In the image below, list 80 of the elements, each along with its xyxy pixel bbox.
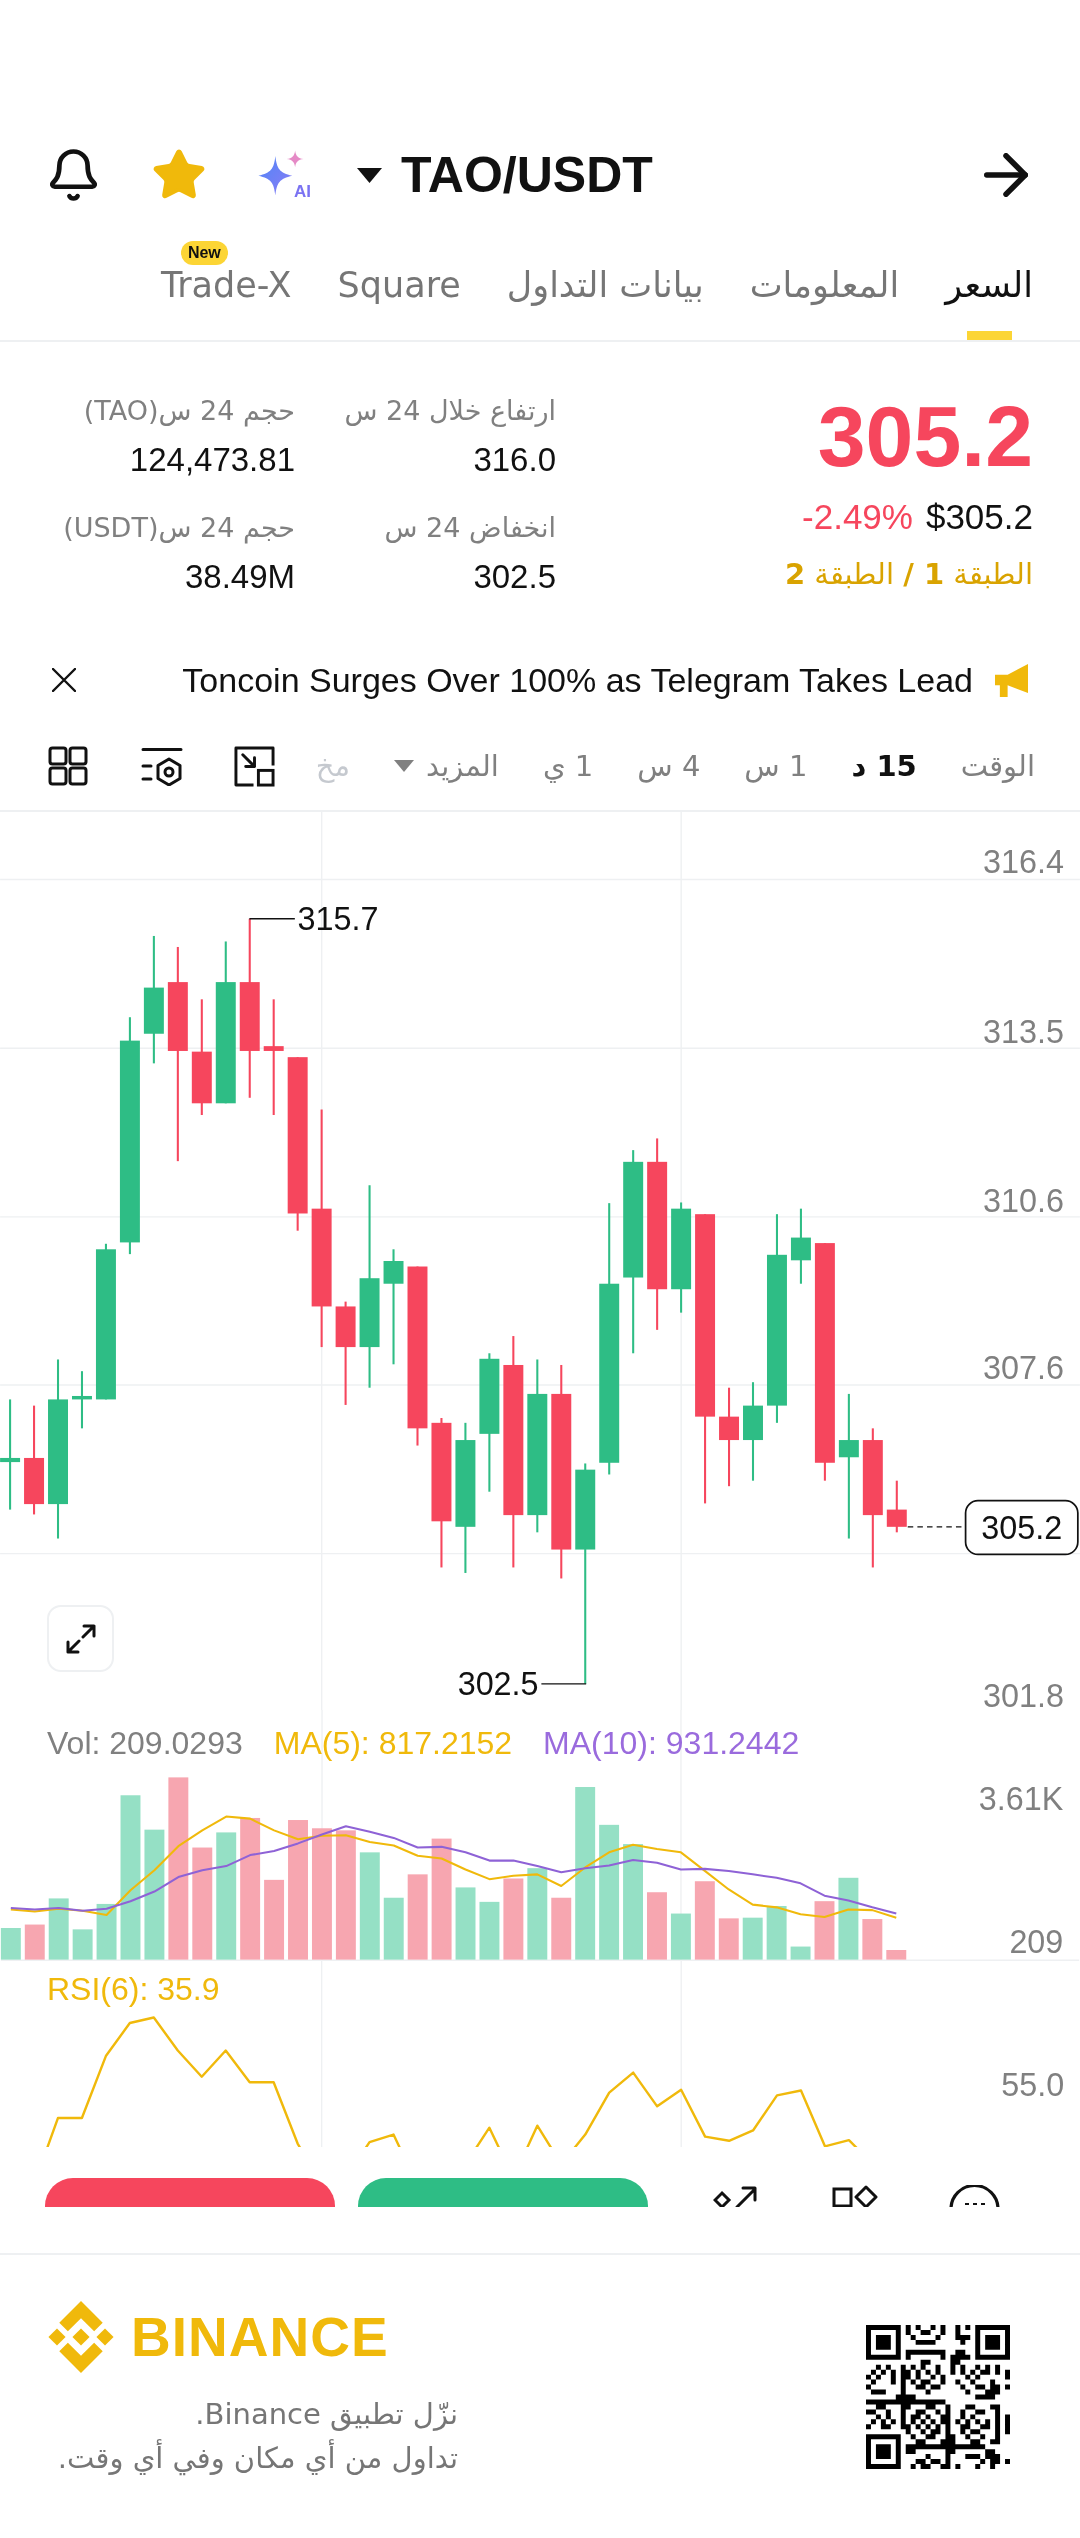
price-axis-label: 313.5 <box>983 1014 1065 1051</box>
brand-wordmark: BINANCE <box>131 2307 389 2367</box>
arc-icon[interactable] <box>949 2185 1000 2207</box>
stat-value: 302.5 <box>473 557 556 597</box>
volume-bar <box>479 1901 500 1960</box>
bell-icon[interactable] <box>50 149 97 201</box>
current-price-tag: 305.2 <box>964 1499 1079 1556</box>
price-axis-label: 316.4 <box>983 844 1065 881</box>
price-axis-label: 301.8 <box>983 1678 1065 1710</box>
volume-bar <box>96 1903 117 1960</box>
volume-bar <box>383 1897 404 1960</box>
volume-bar <box>886 1950 907 1960</box>
pair-selector[interactable]: TAO/USDT <box>357 145 653 205</box>
star-icon[interactable] <box>153 149 205 201</box>
stat-label: حجم 24 س(USDT) <box>63 511 295 546</box>
partial-button[interactable] <box>45 2178 335 2207</box>
diamond-arrow-icon[interactable] <box>713 2185 758 2207</box>
stat-value: 38.49M <box>184 557 295 597</box>
volume-bar <box>766 1906 787 1960</box>
megaphone-icon <box>995 663 1028 697</box>
square-diamond-icon[interactable] <box>832 2185 878 2207</box>
volume-bar <box>551 1897 572 1960</box>
last-price: 305.2 <box>817 391 1033 481</box>
interval-tab[interactable]: 15 د <box>851 746 917 786</box>
tab[interactable]: المعلومات <box>749 265 900 305</box>
close-icon[interactable] <box>52 668 76 692</box>
leader-line <box>248 918 296 920</box>
new-badge: New <box>180 241 228 265</box>
rsi-legend: RSI(6): 35.9 <box>47 1970 220 2008</box>
ma5-legend: MA(5): 817.2152 <box>273 1724 513 1762</box>
expand-button[interactable] <box>47 1605 114 1672</box>
tab[interactable]: السعر <box>945 265 1033 305</box>
volume-bar <box>24 1924 45 1960</box>
volume-axis-label: 209 <box>1009 1923 1064 1960</box>
interval-tab[interactable]: 1 س <box>744 746 808 786</box>
caret-icon <box>357 167 382 183</box>
footer-text: تداول من أي مكان وفي أي وقت. <box>56 2438 458 2478</box>
expand-icon <box>65 1623 96 1654</box>
time-label: الوقت <box>960 748 1035 785</box>
footer-text: نزّل تطبيق Binance. <box>194 2396 458 2433</box>
grid-icon[interactable] <box>48 746 88 786</box>
price-axis-label: 310.6 <box>983 1183 1065 1220</box>
low-price-label: 302.5 <box>457 1665 539 1702</box>
volume-bar <box>0 1928 21 1960</box>
volume-bar <box>718 1918 739 1960</box>
stat-label: حجم 24 س(TAO) <box>83 394 295 429</box>
news-headline[interactable]: Toncoin Surges Over 100% as Telegram Takes Lead <box>182 660 973 700</box>
interval-tab[interactable]: 1 ي <box>542 746 594 786</box>
more-dropdown[interactable]: المزيد <box>393 746 499 786</box>
tab[interactable]: Square <box>337 265 461 305</box>
stat-label: انخفاض 24 س <box>384 511 556 546</box>
ai-button[interactable]: AI <box>257 149 311 201</box>
usd-price: $305.2 <box>925 497 1033 537</box>
stat-value: 316.0 <box>473 440 556 480</box>
volume-axis-label: 3.61K <box>978 1781 1064 1818</box>
volume-bar <box>647 1892 667 1960</box>
ma10-legend: MA(10): 931.2442 <box>543 1724 800 1762</box>
caret-icon <box>393 760 414 772</box>
stat-value: 124,473.81 <box>129 440 295 480</box>
chart-overlay-icon[interactable] <box>234 745 275 787</box>
volume-bar <box>48 1898 69 1960</box>
settings-icon[interactable] <box>141 746 183 786</box>
high-price-label: 315.7 <box>297 900 379 937</box>
stat-label: ارتفاع خلال 24 س <box>344 394 556 429</box>
falling-candle <box>886 1480 907 1533</box>
volume-bar <box>670 1913 691 1960</box>
volume-legend: Vol: 209.0293 <box>47 1724 243 1762</box>
rising-candle <box>72 1371 92 1429</box>
volume-bar <box>742 1917 763 1960</box>
volume-bar <box>72 1929 93 1960</box>
rsi-axis-label: 55.0 <box>1001 2067 1065 2103</box>
volume-bar <box>814 1901 835 1960</box>
tab[interactable]: بيانات التداول <box>506 265 704 305</box>
volume-bar <box>790 1946 811 1960</box>
price-change: -2.49% <box>802 497 913 537</box>
price-axis-label: 307.6 <box>983 1350 1065 1387</box>
interval-tab[interactable]: 4 س <box>637 746 701 786</box>
leader-line <box>540 1683 587 1685</box>
volume-bar <box>862 1919 883 1960</box>
tab[interactable]: Trade-X <box>160 265 292 305</box>
